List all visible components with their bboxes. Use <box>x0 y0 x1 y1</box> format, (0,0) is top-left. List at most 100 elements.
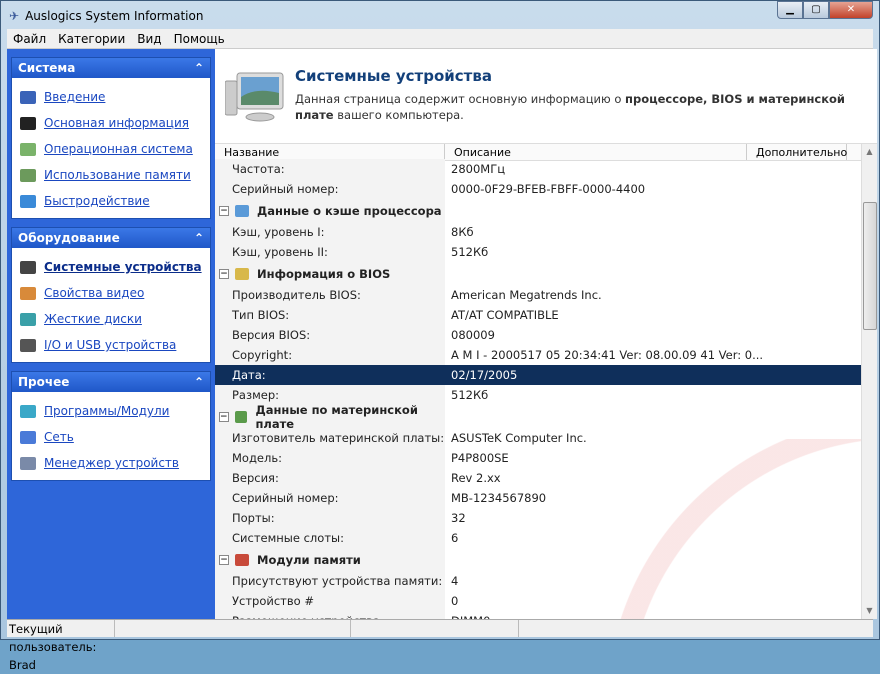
table-row[interactable]: Кэш, уровень I: 8Кб <box>215 222 861 242</box>
sidebar-item[interactable]: Использование памяти <box>20 162 210 188</box>
table-row[interactable]: Версия BIOS: 080009 <box>215 325 861 345</box>
column-additional[interactable]: Дополнительно <box>747 144 847 160</box>
scrollbar-thumb[interactable] <box>863 202 877 330</box>
sidebar-link[interactable]: Системные устройства <box>44 260 202 274</box>
table-row[interactable]: Системные слоты: 6 <box>215 528 861 548</box>
group-row[interactable]: − Данные по материнской плате <box>215 403 861 431</box>
property-value: AT/AT COMPATIBLE <box>451 308 559 322</box>
page-header: Системные устройства Данная страница сод… <box>215 49 877 144</box>
disk-icon <box>20 312 36 326</box>
sidebar-item[interactable]: Системные устройства <box>20 254 210 280</box>
sidebar-link[interactable]: Операционная система <box>44 142 193 156</box>
sidebar-item[interactable]: Основная информация <box>20 110 210 136</box>
page-description: Данная страница содержит основную информ… <box>295 92 845 122</box>
vertical-scrollbar[interactable]: ▲ ▼ <box>861 144 877 619</box>
minimize-button[interactable]: ▁ <box>777 1 803 19</box>
sidebar-link[interactable]: Быстродействие <box>44 194 150 208</box>
sidebar-link[interactable]: Программы/Модули <box>44 404 169 418</box>
table-row[interactable]: Устройство # 0 <box>215 591 861 611</box>
collapse-icon[interactable]: ⌃ <box>194 61 204 75</box>
sidebar-link[interactable]: Менеджер устройств <box>44 456 179 470</box>
sidebar-item[interactable]: Операционная система <box>20 136 210 162</box>
table-row[interactable]: Кэш, уровень II: 512Кб <box>215 242 861 262</box>
sidebar-link[interactable]: Свойства видео <box>44 286 144 300</box>
property-value: Rev 2.xx <box>451 471 501 485</box>
sidebar-link[interactable]: Использование памяти <box>44 168 191 182</box>
table-row[interactable]: Тип BIOS: AT/AT COMPATIBLE <box>215 305 861 325</box>
scroll-up-arrow[interactable]: ▲ <box>862 144 877 160</box>
column-description[interactable]: Описание <box>445 144 747 160</box>
memory-icon <box>20 168 36 182</box>
table-row[interactable]: Изготовитель материнской платы: ASUSTeK C… <box>215 428 861 448</box>
main-content: Системные устройства Данная страница сод… <box>215 49 877 619</box>
sidebar-link[interactable]: Введение <box>44 90 105 104</box>
title-bar: ✈ Auslogics System Information ▁ ▢ ✕ <box>1 1 879 31</box>
panel-header[interactable]: Прочее ⌃ <box>12 372 210 392</box>
sidebar-link[interactable]: I/O и USB устройства <box>44 338 176 352</box>
panel-header[interactable]: Система ⌃ <box>12 58 210 78</box>
window-title: Auslogics System Information <box>25 9 204 23</box>
table-row[interactable]: Серийный номер: 0000-0F29-BFEB-FBFF-0000-… <box>215 179 861 199</box>
sidebar-item[interactable]: Сеть <box>20 424 210 450</box>
table-row[interactable]: Размещение устройства:DIMM0 <box>215 611 861 619</box>
table-row[interactable]: Присутствуют устройства памяти: 4 <box>215 571 861 591</box>
sidebar-item[interactable]: Программы/Модули <box>20 398 210 424</box>
sidebar-item[interactable]: I/O и USB устройства <box>20 332 210 358</box>
resize-grip[interactable] <box>519 620 873 637</box>
os-icon <box>20 142 36 156</box>
device-manager-icon <box>20 456 36 470</box>
collapse-toggle[interactable]: − <box>219 411 229 422</box>
sidebar-link[interactable]: Основная информация <box>44 116 189 130</box>
menu-help[interactable]: Помощь <box>168 32 231 46</box>
collapse-toggle[interactable]: − <box>219 554 229 565</box>
column-name[interactable]: Название <box>215 144 445 160</box>
table-row[interactable]: Производитель BIOS: American Megatrends I… <box>215 285 861 305</box>
menu-file[interactable]: Файл <box>7 32 52 46</box>
table-row[interactable]: Серийный номер: MB-1234567890 <box>215 488 861 508</box>
table-row[interactable]: Модель: P4P800SE <box>215 448 861 468</box>
property-value: P4P800SE <box>451 451 509 465</box>
collapse-icon[interactable]: ⌃ <box>194 375 204 389</box>
property-name: Серийный номер: <box>215 179 445 199</box>
property-name: Порты: <box>215 508 445 528</box>
menu-categories[interactable]: Категории <box>52 32 131 46</box>
panel-header[interactable]: Оборудование ⌃ <box>12 228 210 248</box>
property-value: ASUSTeK Computer Inc. <box>451 431 587 445</box>
sidebar-panel: Система ⌃ Введение Основная информация Опера… <box>11 57 211 219</box>
system-devices-icon <box>20 260 36 274</box>
table-row[interactable]: Частота: 2800МГц <box>215 159 861 179</box>
group-row[interactable]: − Данные о кэше процессора <box>215 199 861 222</box>
collapse-toggle[interactable]: − <box>219 268 229 279</box>
status-bar: Текущий пользователь: Brad <box>7 619 873 672</box>
scroll-down-arrow[interactable]: ▼ <box>862 603 877 619</box>
table-row[interactable]: Порты: 32 <box>215 508 861 528</box>
sidebar-item[interactable]: Быстродействие <box>20 188 210 214</box>
table-row[interactable]: Дата: 02/17/2005 <box>215 365 861 385</box>
menu-view[interactable]: Вид <box>131 32 167 46</box>
group-row[interactable]: − Модули памяти <box>215 548 861 571</box>
property-value: American Megatrends Inc. <box>451 288 602 302</box>
sidebar-item[interactable]: Менеджер устройств <box>20 450 210 476</box>
group-row[interactable]: − Информация о BIOS <box>215 262 861 285</box>
programs-icon <box>20 404 36 418</box>
property-name: Размещение устройства: <box>215 611 445 619</box>
property-name: Производитель BIOS: <box>215 285 445 305</box>
sidebar-link[interactable]: Сеть <box>44 430 74 444</box>
property-name: Присутствуют устройства памяти: <box>215 571 445 591</box>
property-name: Тип BIOS: <box>215 305 445 325</box>
table-row[interactable]: Copyright: A M I - 2000517 05 20:34:41 Ve… <box>215 345 861 365</box>
property-value: 6 <box>451 531 459 545</box>
sidebar-link[interactable]: Жесткие диски <box>44 312 142 326</box>
status-section <box>351 620 519 637</box>
group-icon <box>235 204 249 217</box>
panel-title: Прочее <box>18 375 70 389</box>
sidebar-item[interactable]: Жесткие диски <box>20 306 210 332</box>
sidebar-item[interactable]: Свойства видео <box>20 280 210 306</box>
collapse-icon[interactable]: ⌃ <box>194 231 204 245</box>
sidebar-item[interactable]: Введение <box>20 84 210 110</box>
property-value: 4 <box>451 574 459 588</box>
maximize-button[interactable]: ▢ <box>803 1 829 19</box>
collapse-toggle[interactable]: − <box>219 205 229 216</box>
close-button[interactable]: ✕ <box>829 1 873 19</box>
table-row[interactable]: Версия: Rev 2.xx <box>215 468 861 488</box>
